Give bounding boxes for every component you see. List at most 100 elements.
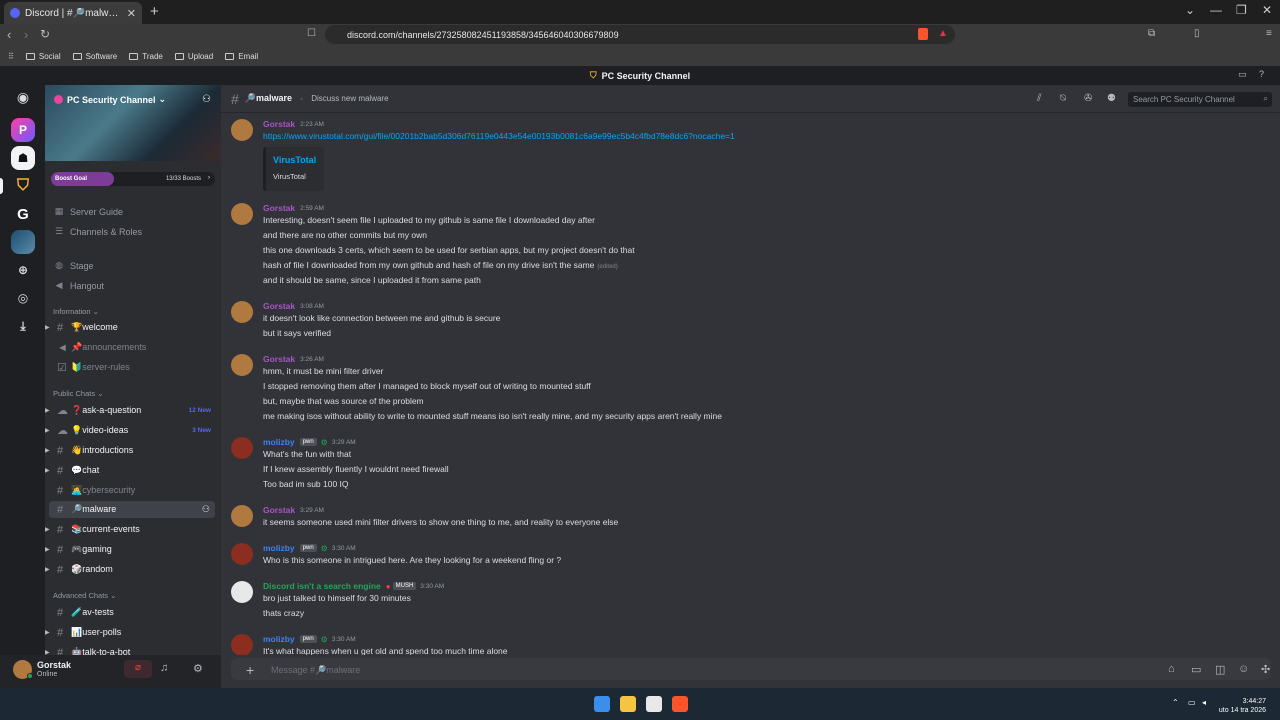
brave-rewards-icon[interactable]: ▲ (938, 28, 948, 39)
explore-icon[interactable]: ◎ (11, 286, 35, 310)
channel-malware[interactable]: # 🔎malware ⚇ (49, 501, 215, 518)
server-robot-icon[interactable]: ☗ (11, 146, 35, 170)
message-author[interactable]: Gorstak (263, 354, 295, 364)
reload-icon[interactable]: ↻ (40, 27, 50, 41)
threads-icon[interactable]: ⫽ (1037, 93, 1041, 104)
server-p-icon[interactable]: P (11, 118, 35, 142)
avatar[interactable] (231, 581, 253, 603)
forward-icon[interactable]: › (24, 27, 28, 42)
bookmark-trade[interactable]: Trade (129, 52, 163, 61)
server-pc-security-icon[interactable]: ⛉ (11, 174, 35, 198)
pin-icon[interactable]: ✇ (1084, 93, 1092, 104)
member-list-icon[interactable]: ⚉ (1107, 93, 1116, 104)
download-icon[interactable]: ⤓ (11, 314, 35, 338)
gift-icon[interactable]: ⌂ (1168, 663, 1175, 675)
channel-video-ideas[interactable]: ▶ ☁ 💡video-ideas 3 New (45, 422, 215, 439)
channel-introductions[interactable]: ▶ # 👋introductions (45, 442, 215, 459)
menu-icon[interactable]: ≡ (1266, 28, 1272, 39)
channel-topic[interactable]: Discuss new malware (311, 94, 388, 103)
channel-random[interactable]: ▶ # 🎲random (45, 561, 215, 578)
channels-roles-item[interactable]: ☰ Channels & Roles (54, 226, 142, 237)
invite-icon[interactable]: ⚇ (202, 94, 211, 105)
message-author[interactable]: Discord isn't a search engine (263, 581, 381, 591)
avatar[interactable] (231, 119, 253, 141)
message-author[interactable]: molizby (263, 543, 295, 553)
back-icon[interactable]: ‹ (7, 27, 11, 42)
channel-current-events[interactable]: ▶ # 📚current-events (45, 521, 215, 538)
message-author[interactable]: molizby (263, 437, 295, 447)
channel-av-tests[interactable]: # 🧪av-tests (45, 604, 215, 621)
stage-channel[interactable]: ◍ Stage (54, 260, 93, 271)
brave-shield-icon[interactable] (918, 28, 928, 40)
add-attachment-icon[interactable]: + (246, 662, 254, 678)
add-server-icon[interactable]: ⊕ (11, 258, 35, 282)
bookmark-social[interactable]: Social (25, 52, 61, 61)
channel-user-polls[interactable]: ▶ # 📊user-polls (45, 624, 215, 641)
bookmark-email[interactable]: Email (225, 52, 258, 61)
channel-gaming[interactable]: ▶ # 🎮gaming (45, 541, 215, 558)
close-window-button[interactable]: ✕ (1262, 3, 1272, 17)
channel-announcements[interactable]: ◄ 📌announcements (45, 339, 215, 356)
extensions-icon[interactable]: ⧉ (1148, 28, 1155, 39)
category-advanced-chats[interactable]: Advanced Chats ⌄ (53, 591, 116, 600)
server-name-header[interactable]: PC Security Channel ⌄ (54, 94, 166, 105)
minimize-button[interactable]: — (1210, 3, 1222, 17)
category-information[interactable]: Information ⌄ (53, 307, 99, 316)
message-author[interactable]: Gorstak (263, 505, 295, 515)
maximize-button[interactable]: ❐ (1236, 3, 1247, 17)
tab-search-icon[interactable]: ⌄ (1185, 3, 1195, 17)
bookmark-upload[interactable]: Upload (174, 52, 213, 61)
username[interactable]: Gorstak (37, 660, 71, 670)
message-author[interactable]: molizby (263, 634, 295, 644)
taskbar-clock[interactable]: 3:44:27 uto 14 tra 2026 (1219, 697, 1266, 715)
inbox-icon[interactable]: ▭ (1238, 69, 1247, 80)
message-author[interactable]: Gorstak (263, 301, 295, 311)
avatar[interactable] (231, 437, 253, 459)
boost-goal[interactable]: Boost Goal 13/33 Boosts › (51, 172, 215, 186)
avatar[interactable] (231, 505, 253, 527)
avatar[interactable] (231, 354, 253, 376)
brave-browser-icon[interactable] (672, 696, 688, 712)
avatar[interactable] (231, 634, 253, 655)
server-image-icon[interactable] (11, 230, 35, 254)
avatar[interactable] (231, 203, 253, 225)
channel-ask-a-question[interactable]: ▶ ☁ ❓ask-a-question 12 New (45, 402, 215, 419)
bookmark-software[interactable]: Software (72, 52, 117, 61)
settings-gear-icon[interactable]: ⚙ (193, 662, 203, 675)
headphones-icon[interactable]: ♫ (160, 662, 168, 674)
embed-title[interactable]: VirusTotal (273, 155, 316, 165)
server-g-icon[interactable]: G (11, 202, 35, 226)
message-input[interactable]: + Message #🔎malware ⌂ ▭ ◫ ☺ ✣ (231, 658, 1271, 680)
avatar[interactable] (231, 301, 253, 323)
channel-server-rules[interactable]: ☑ 🔰server-rules (45, 359, 215, 376)
server-guide-item[interactable]: ▦ Server Guide (54, 206, 123, 217)
message-author[interactable]: Gorstak (263, 119, 295, 129)
emoji-icon[interactable]: ☺ (1238, 663, 1249, 675)
channel-cybersecurity[interactable]: # 👩‍💻cybersecurity (45, 482, 215, 499)
message-author[interactable]: Gorstak (263, 203, 295, 213)
gif-icon[interactable]: ▭ (1191, 663, 1201, 676)
bookmark-icon[interactable]: ☐ (307, 28, 316, 39)
invite-icon[interactable]: ⚇ (202, 504, 210, 515)
message-link[interactable]: https://www.virustotal.com/gui/file/0020… (263, 131, 735, 141)
category-public-chats[interactable]: Public Chats ⌄ (53, 389, 103, 398)
sticker-icon[interactable]: ◫ (1215, 663, 1225, 676)
discord-home-icon[interactable]: ◉ (11, 85, 35, 109)
hangout-channel[interactable]: ◀ Hangout (54, 280, 105, 291)
network-icon[interactable]: ▭ (1188, 698, 1196, 707)
channel-talk-to-a-bot[interactable]: ▶ # 🤖talk-to-a-bot (45, 644, 215, 656)
store-icon[interactable] (646, 696, 662, 712)
help-icon[interactable]: ? (1259, 69, 1264, 79)
address-bar[interactable]: discord.com/channels/273258082451193858/… (325, 25, 955, 44)
apps-icon[interactable]: ✣ (1261, 663, 1270, 676)
channel-chat[interactable]: ▶ # 💬chat (45, 462, 215, 479)
close-tab-icon[interactable]: ✕ (127, 7, 136, 20)
chevron-up-icon[interactable]: ⌃ (1172, 698, 1179, 707)
channel-welcome[interactable]: ▶ # 🏆welcome (45, 319, 215, 336)
volume-icon[interactable]: ◂ (1202, 698, 1206, 707)
windows-start-icon[interactable] (594, 696, 610, 712)
avatar[interactable] (231, 543, 253, 565)
apps-icon[interactable]: ⠿ (8, 52, 14, 61)
sidebar-icon[interactable]: ▯ (1194, 28, 1200, 39)
file-explorer-icon[interactable] (620, 696, 636, 712)
